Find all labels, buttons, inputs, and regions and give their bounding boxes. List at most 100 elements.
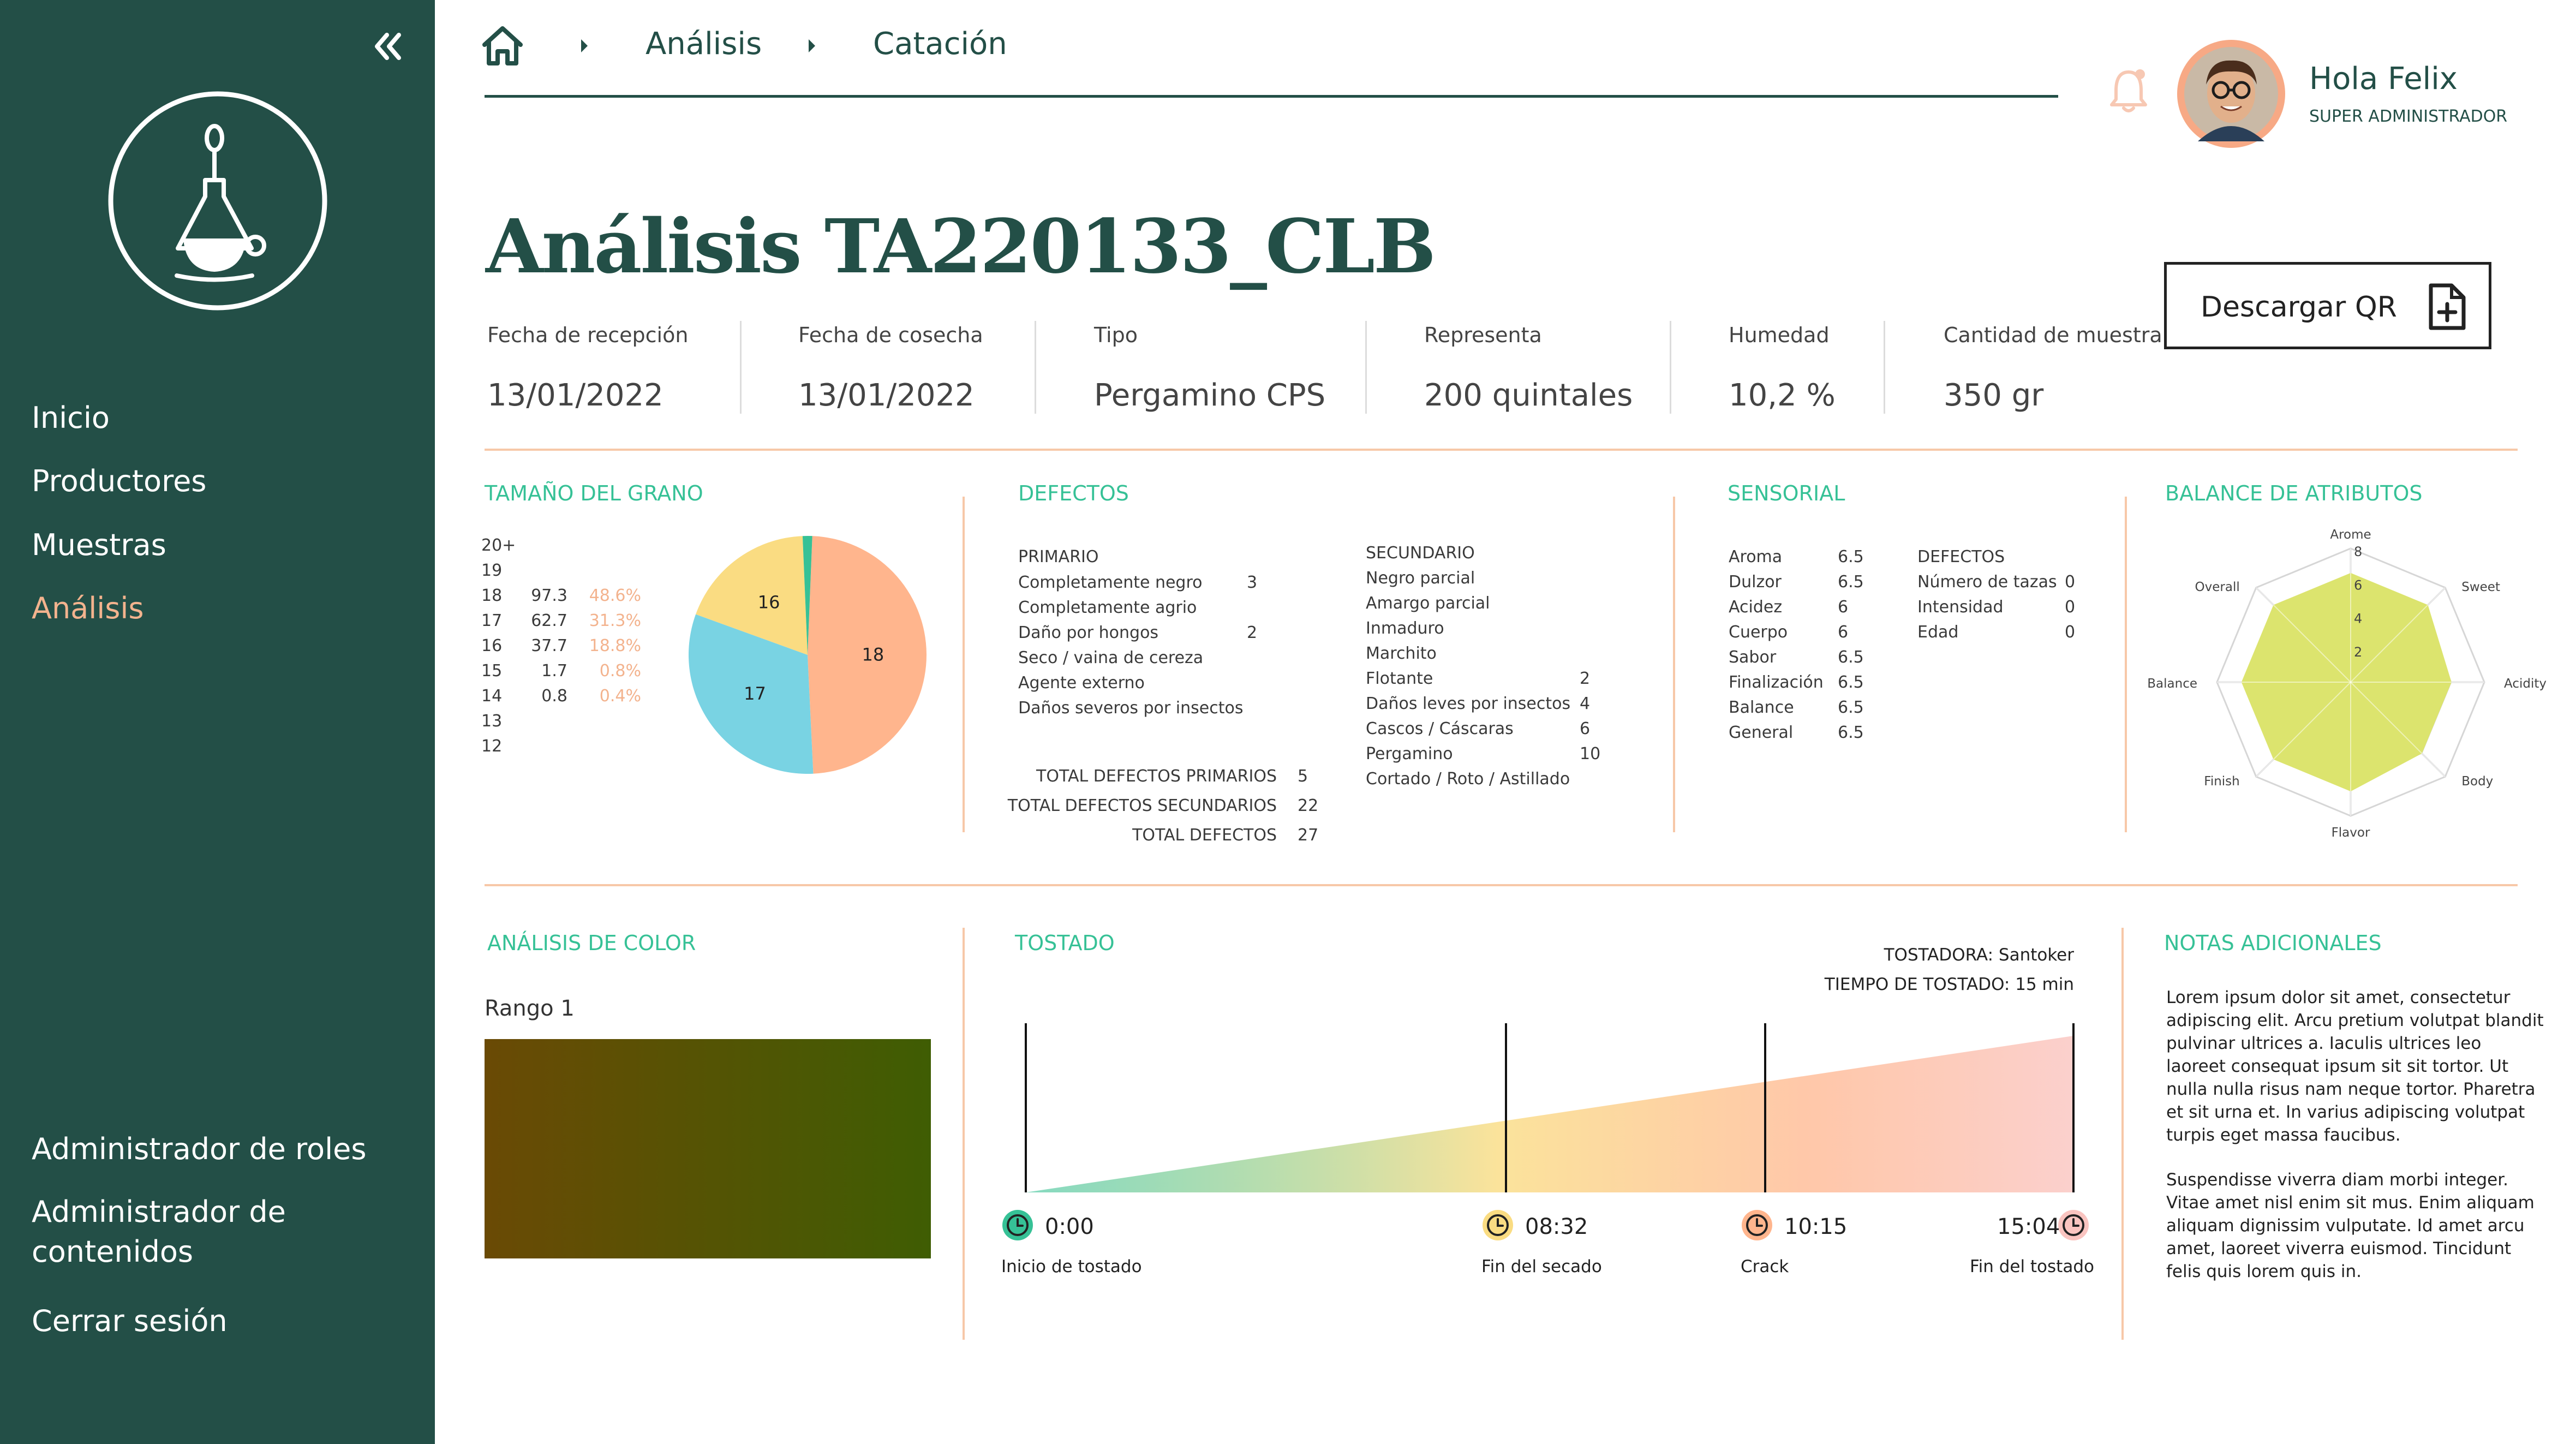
notes-line: turpis eget massa faucibus. [2166, 1125, 2401, 1145]
roast-marker-time: 15:04 [1997, 1214, 2060, 1239]
notification-bell-icon[interactable] [2106, 64, 2151, 116]
breadcrumb-separator-icon [808, 38, 816, 56]
grain-size-value: 97.3 [531, 586, 567, 605]
home-icon[interactable] [480, 23, 525, 68]
breadcrumb-underline [485, 95, 2058, 98]
section-divider-vertical [2125, 497, 2127, 832]
page-title: Análisis TA220133_CLB [486, 203, 1436, 290]
grain-size-label: 15 [481, 661, 503, 681]
radar-axis-label: Arome [2330, 528, 2371, 542]
defect-total-value: 5 [1298, 767, 1308, 786]
sensorial-defect-name: Edad [1917, 623, 1959, 642]
avatar[interactable] [2177, 40, 2285, 148]
sensorial-defect-name: Número de tazas [1917, 572, 2057, 592]
info-label-represents: Representa [1424, 323, 1542, 347]
grain-size-label: 20+ [481, 536, 516, 555]
section-divider-vertical [2121, 928, 2124, 1340]
attribute-balance-radar-chart: 2 4 6 8 Arome Sweet Acidity Body Flavor Finish Bal… [2147, 528, 2547, 840]
section-divider-vertical [1673, 497, 1675, 832]
sidebar: Inicio Productores Muestras Análisis Adm… [0, 0, 435, 1444]
notes-title: NOTAS ADICIONALES [2164, 931, 2382, 955]
secondary-defect-value: 4 [1580, 694, 1591, 713]
sensorial-defect-name: Intensidad [1917, 598, 2004, 617]
user-role: SUPER ADMINISTRADOR [2309, 107, 2508, 126]
sensorial-attribute-name: Aroma [1729, 547, 1783, 566]
info-value-humidity: 10,2 % [1729, 378, 1836, 413]
notes-line: Lorem ipsum dolor sit amet, consectetur [2166, 988, 2511, 1007]
secondary-defect-name: Cortado / Roto / Astillado [1366, 769, 1570, 789]
secondary-defect-name: Flotante [1366, 669, 1433, 688]
radar-tick-label: 6 [2354, 577, 2362, 593]
nav-productores[interactable]: Productores [32, 462, 206, 502]
notes-line: nulla nulla risus nam neque tortor. Phar… [2166, 1079, 2536, 1099]
secondary-defect-name: Amargo parcial [1366, 594, 1490, 613]
grain-size-percent: 48.6% [589, 586, 641, 605]
radar-tick-label: 8 [2354, 544, 2362, 559]
grain-size-label: 18 [481, 586, 503, 605]
roast-marker-time: 10:15 [1784, 1214, 1848, 1239]
nav-logout[interactable]: Cerrar sesión [32, 1302, 228, 1341]
nav-muestras[interactable]: Muestras [32, 526, 166, 565]
collapse-sidebar-icon[interactable] [368, 27, 407, 65]
roast-marker-label: Fin del tostado [1970, 1257, 2094, 1276]
sensorial-defect-value: 0 [2065, 572, 2076, 592]
notes-line: adipiscing elit. Arcu pretium volutpat b… [2166, 1011, 2544, 1030]
nav-content-admin[interactable]: Administrador de contenidos [32, 1192, 286, 1272]
info-label-type: Tipo [1094, 323, 1138, 347]
secondary-defect-value: 6 [1580, 719, 1591, 738]
sensorial-attribute-name: Balance [1729, 698, 1794, 717]
sensorial-attribute-name: Finalización [1729, 673, 1824, 692]
sensorial-defect-value: 0 [2065, 598, 2076, 617]
radar-axis-label: Body [2461, 774, 2493, 789]
breadcrumb-analisis[interactable]: Análisis [646, 26, 762, 62]
grain-size-percent: 0.8% [599, 661, 641, 681]
pie-label: 17 [744, 683, 766, 704]
breadcrumb-separator-icon [580, 38, 589, 56]
grain-size-title: TAMAÑO DEL GRANO [485, 481, 703, 505]
defect-total-label: TOTAL DEFECTOS PRIMARIOS [1036, 767, 1277, 786]
pie-label: 16 [758, 592, 780, 612]
notes-line: amet, laoreet viverra euismod. Tincidunt [2166, 1239, 2512, 1258]
info-value-represents: 200 quintales [1424, 378, 1633, 413]
roast-marker-time: 0:00 [1045, 1214, 1094, 1239]
info-label-sample-amount: Cantidad de muestra [1944, 323, 2162, 347]
user-greeting: Hola Felix [2309, 61, 2458, 97]
sensorial-defects-title: DEFECTOS [1917, 547, 2005, 566]
secondary-defects-title: SECUNDARIO [1366, 544, 1475, 563]
primary-defects-title: PRIMARIO [1018, 547, 1099, 566]
secondary-defect-name: Cascos / Cáscaras [1366, 719, 1514, 738]
primary-defect-name: Daños severos por insectos [1018, 699, 1244, 718]
nav-content-admin-line2: contenidos [32, 1234, 194, 1269]
info-divider [1884, 321, 1885, 414]
grain-size-value: 37.7 [531, 636, 567, 655]
primary-defect-name: Agente externo [1018, 673, 1145, 693]
info-value-harvest-date: 13/01/2022 [798, 378, 975, 413]
sensorial-attribute-name: Sabor [1729, 648, 1777, 667]
grain-size-label: 12 [481, 737, 503, 756]
section-divider-vertical [963, 928, 965, 1340]
section-divider [485, 884, 2518, 886]
download-qr-button[interactable]: Descargar QR [2164, 262, 2491, 349]
grain-size-value: 62.7 [531, 611, 567, 630]
sensorial-attribute-value: 6.5 [1838, 673, 1864, 692]
roast-title: TOSTADO [1015, 931, 1115, 955]
section-divider [485, 449, 2518, 451]
defect-total-value: 22 [1298, 796, 1319, 815]
nav-inicio[interactable]: Inicio [32, 398, 110, 438]
roast-duration: TIEMPO DE TOSTADO: 15 min [1824, 975, 2074, 994]
info-divider [1670, 321, 1671, 414]
nav-analisis[interactable]: Análisis [32, 589, 144, 629]
notes-line: laoreet consequat ipsum sit sit tortor. … [2166, 1057, 2509, 1076]
pie-label: 18 [862, 645, 884, 665]
nav-roles-admin[interactable]: Administrador de roles [32, 1130, 366, 1169]
info-divider [740, 321, 742, 414]
primary-defect-name: Seco / vaina de cereza [1018, 648, 1204, 667]
color-range-label: Rango 1 [485, 996, 575, 1021]
grain-size-label: 13 [481, 712, 503, 731]
sensorial-attribute-value: 6.5 [1838, 698, 1864, 717]
secondary-defect-name: Negro parcial [1366, 569, 1475, 588]
info-label-reception-date: Fecha de recepción [487, 323, 689, 347]
radar-axis-label: Sweet [2461, 580, 2500, 594]
notes-line: aliquam dignissim vulputate. Id amet arc… [2166, 1216, 2525, 1236]
defects-title: DEFECTOS [1018, 481, 1129, 505]
